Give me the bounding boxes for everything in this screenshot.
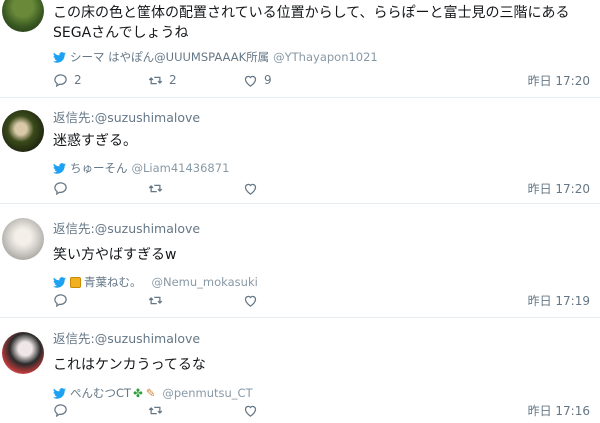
avatar[interactable] xyxy=(2,110,44,152)
via-username[interactable]: 青葉ねむ。 xyxy=(84,273,142,291)
retweet-icon xyxy=(148,406,163,414)
retweet-count: 2 xyxy=(169,73,177,87)
reply-icon xyxy=(54,293,67,307)
reply-to-handle[interactable]: @suzushimalove xyxy=(95,331,200,346)
retweet-button[interactable]: 2 xyxy=(148,73,243,88)
timestamp[interactable]: 昨日 17:20 xyxy=(528,72,590,89)
twitter-bird-icon xyxy=(53,162,66,174)
reply-button[interactable] xyxy=(53,181,148,196)
twitter-bird-icon xyxy=(53,387,66,399)
tweet-2[interactable]: 返信先:@suzushimalove 迷惑すぎる。 ちゅーそん @Liam414… xyxy=(0,98,600,204)
avatar[interactable] xyxy=(2,218,44,260)
heart-icon xyxy=(244,183,257,195)
reply-icon xyxy=(54,73,67,87)
via-screen-name[interactable]: @Liam41436871 xyxy=(132,159,230,177)
via-row: 青葉ねむ。 @Nemu_mokasuki xyxy=(53,273,590,291)
tweet-text: 笑い方やばすぎるw xyxy=(53,247,177,263)
via-username[interactable]: ちゅーそん xyxy=(70,159,128,177)
retweet-icon xyxy=(148,76,163,84)
retweet-button[interactable] xyxy=(148,181,243,196)
via-username[interactable]: シーマ はやぽん@UUUMSPAAAK所属 xyxy=(70,48,269,66)
reply-button[interactable]: 2 xyxy=(53,73,148,88)
timestamp[interactable]: 昨日 17:16 xyxy=(528,402,590,419)
via-screen-name[interactable]: @YThayapon1021 xyxy=(273,48,378,66)
twitter-bird-icon xyxy=(53,276,66,288)
reply-button[interactable] xyxy=(53,403,148,418)
via-row: シーマ はやぽん@UUUMSPAAAK所属 @YThayapon1021 xyxy=(53,48,590,66)
via-screen-name[interactable]: @Nemu_mokasuki xyxy=(152,273,258,291)
retweet-icon xyxy=(148,184,163,192)
avatar[interactable] xyxy=(2,0,44,32)
badge-icon xyxy=(70,276,81,288)
like-button[interactable] xyxy=(243,181,338,196)
heart-icon xyxy=(244,295,257,307)
retweet-button[interactable] xyxy=(148,403,243,418)
like-button[interactable]: 9 xyxy=(243,73,338,88)
reply-icon xyxy=(54,403,67,417)
tweet-text: 迷惑すぎる。 xyxy=(53,133,137,149)
tweet-text: この床の色と筐体の配置されている位置からして、ららぽーと富士見の三階にある SE… xyxy=(53,5,570,41)
tweet-3[interactable]: 返信先:@suzushimalove 笑い方やばすぎるw 青葉ねむ。 @Nemu… xyxy=(0,204,600,318)
reply-to: 返信先:@suzushimalove xyxy=(53,221,201,236)
timestamp[interactable]: 昨日 17:20 xyxy=(528,180,590,197)
tweet-4[interactable]: 返信先:@suzushimalove これはケンカうってるな ぺんむつCT ✤ … xyxy=(0,318,600,423)
via-row: ちゅーそん @Liam41436871 xyxy=(53,159,590,177)
tweet-text: これはケンカうってるな xyxy=(53,357,206,373)
heart-icon xyxy=(244,405,257,417)
heart-icon xyxy=(244,75,257,87)
like-button[interactable] xyxy=(243,403,338,418)
like-button[interactable] xyxy=(243,293,338,308)
reply-count: 2 xyxy=(74,73,82,87)
twitter-bird-icon xyxy=(53,51,66,63)
avatar[interactable] xyxy=(2,332,44,374)
reply-to: 返信先:@suzushimalove xyxy=(53,331,201,346)
reply-icon xyxy=(54,181,67,195)
reply-to: 返信先:@suzushimalove xyxy=(53,110,201,125)
retweet-button[interactable] xyxy=(148,293,243,308)
reply-to-handle[interactable]: @suzushimalove xyxy=(95,221,200,236)
tweet-1[interactable]: この床の色と筐体の配置されている位置からして、ららぽーと富士見の三階にある SE… xyxy=(0,0,600,98)
timestamp[interactable]: 昨日 17:19 xyxy=(528,292,590,309)
like-count: 9 xyxy=(264,73,272,87)
reply-to-handle[interactable]: @suzushimalove xyxy=(95,110,200,125)
reply-button[interactable] xyxy=(53,293,148,308)
retweet-icon xyxy=(148,296,163,304)
